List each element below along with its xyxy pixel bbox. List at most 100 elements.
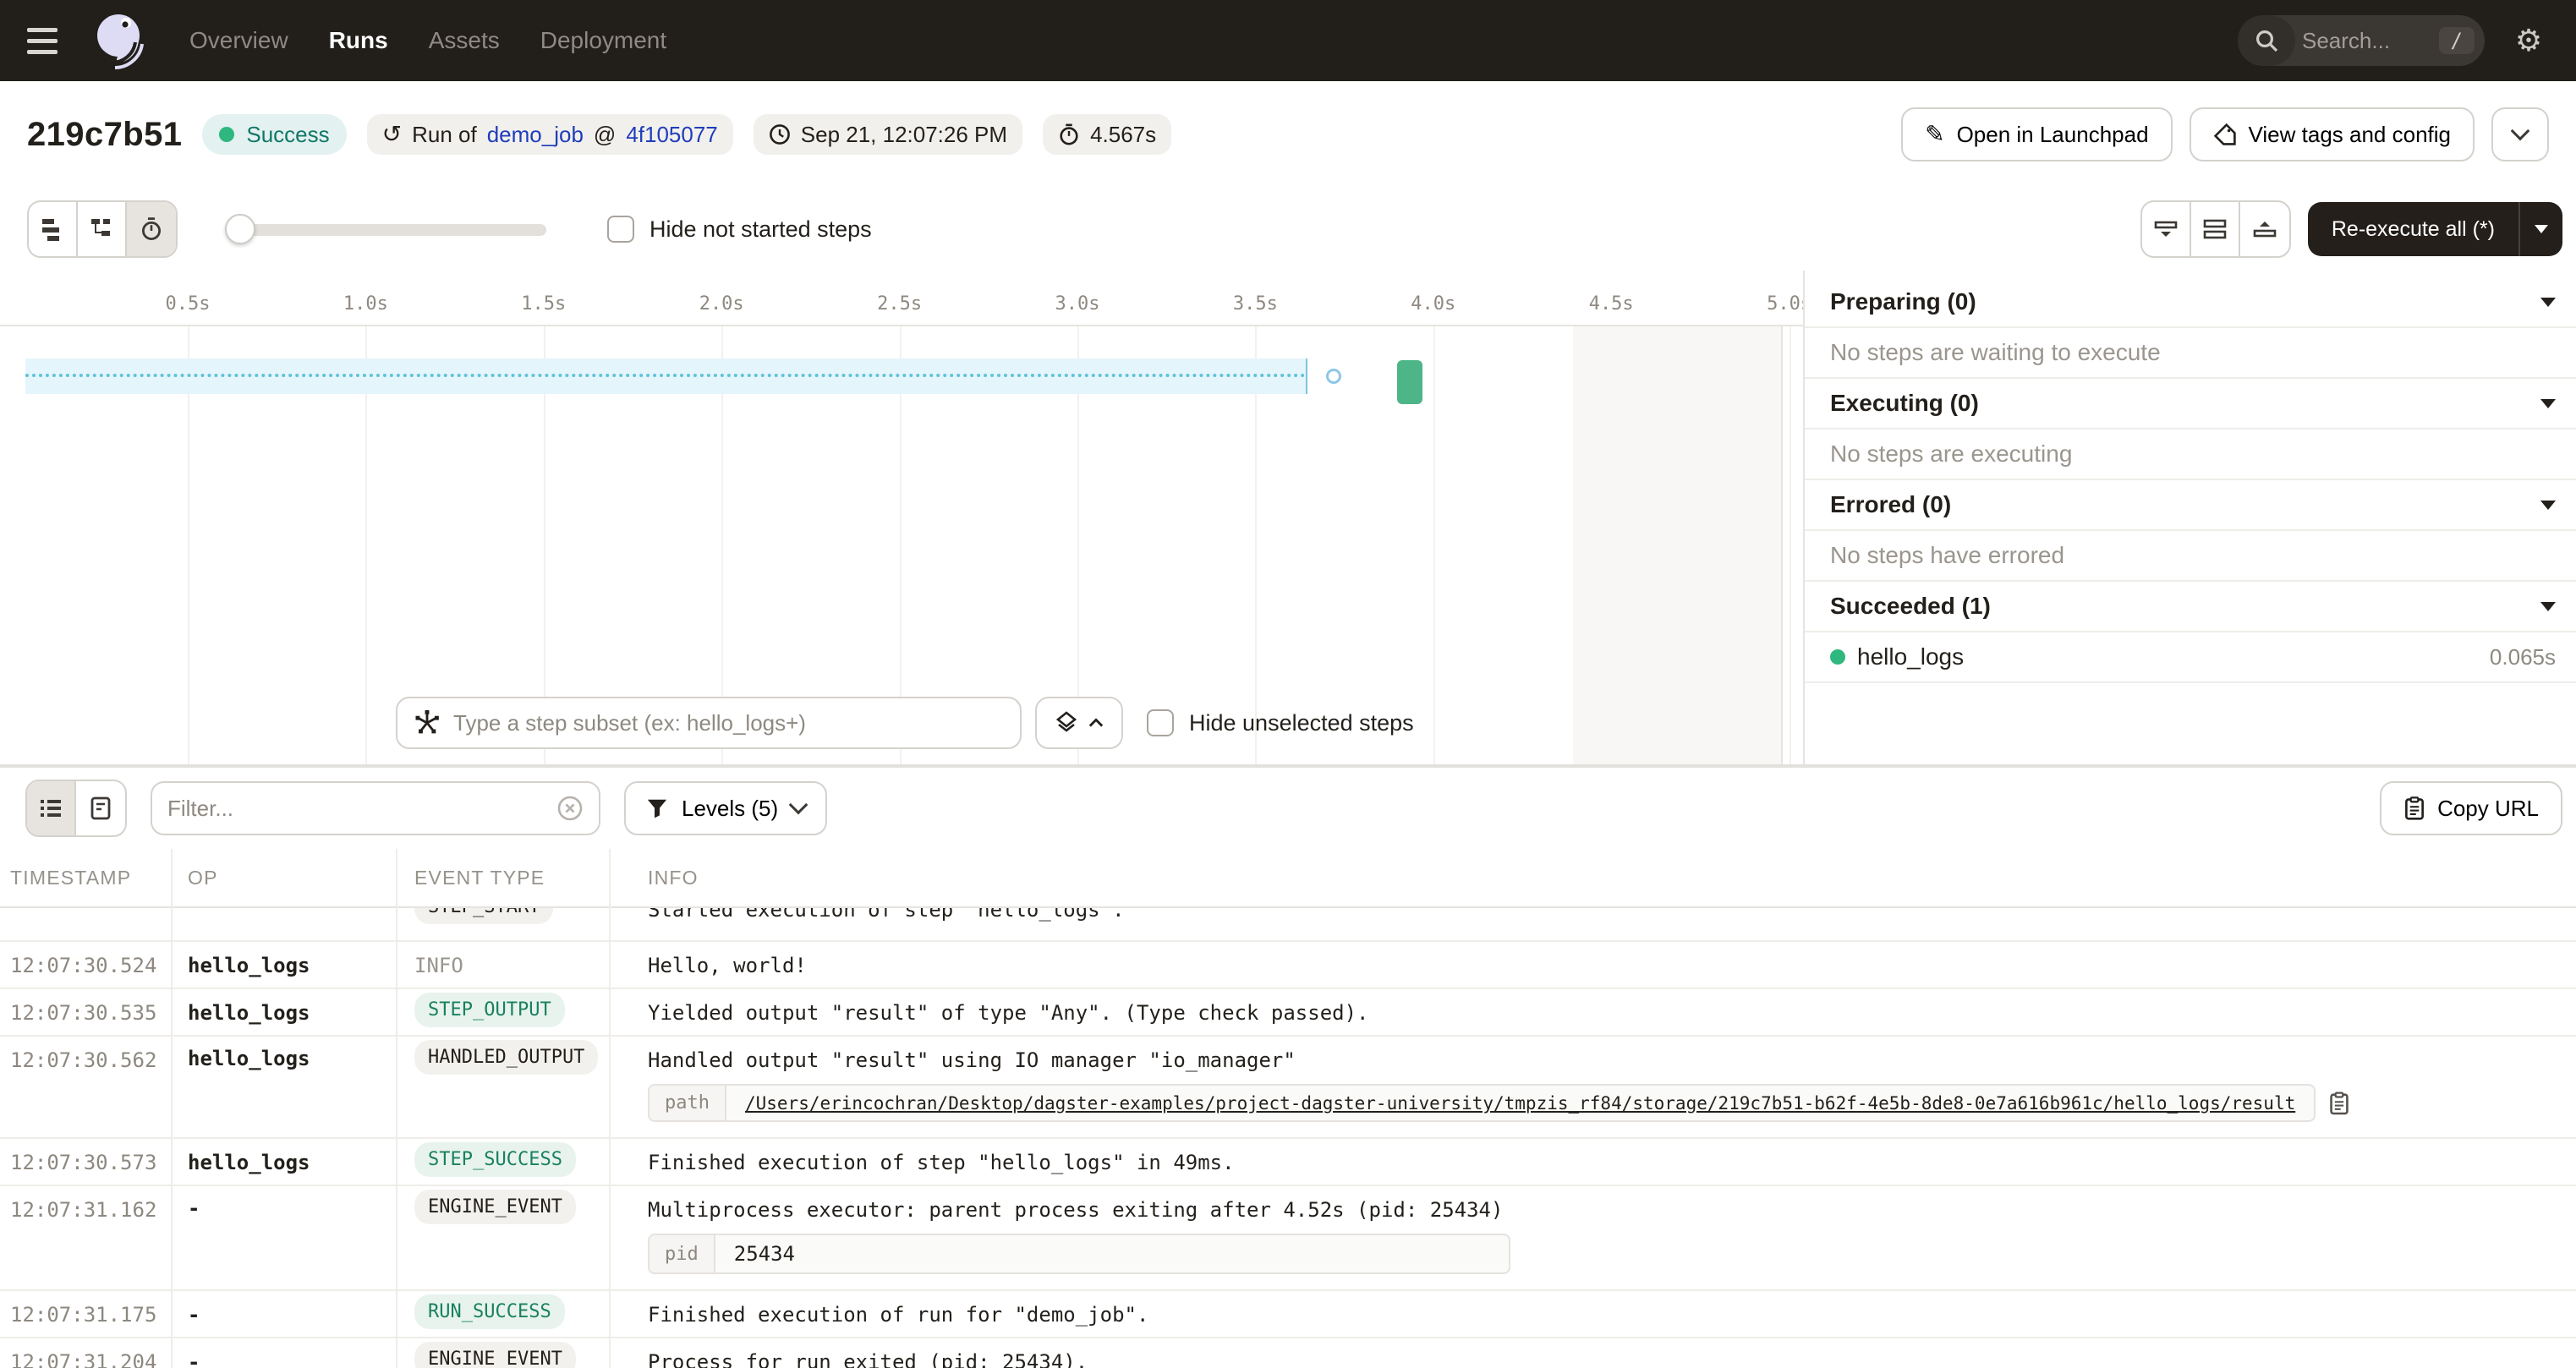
status-dot-icon <box>1830 649 1845 665</box>
panel-section-title: Preparing (0) <box>1830 288 1976 315</box>
log-event-type: STEP_SUCCESS <box>396 1139 609 1177</box>
panel-section-header[interactable]: Errored (0) <box>1805 480 2576 531</box>
step-status-panel: Preparing (0)No steps are waiting to exe… <box>1805 271 2576 764</box>
log-event-type: ENGINE_EVENT <box>396 1338 609 1368</box>
log-timestamp: 12:07:31.204 <box>0 1338 171 1368</box>
view-tags-config-button[interactable]: View tags and config <box>2190 107 2475 161</box>
panel-section-header[interactable]: Preparing (0) <box>1805 277 2576 328</box>
axis-tick-label: 3.0s <box>1055 293 1100 315</box>
log-message: Finished execution of run for "demo_job"… <box>648 1291 2576 1327</box>
copy-url-button[interactable]: Copy URL <box>2380 781 2562 835</box>
view-flat-icon[interactable] <box>29 202 78 256</box>
event-type-badge: ENGINE_EVENT <box>414 1190 576 1224</box>
metadata-label: path <box>649 1086 726 1120</box>
log-row[interactable]: 12:07:30.524hello_logsINFOHello, world! <box>0 942 2576 989</box>
event-type-badge: STEP_START <box>414 908 553 924</box>
job-link[interactable]: demo_job <box>487 122 584 148</box>
tag-icon <box>2213 123 2237 146</box>
log-row[interactable]: 12:07:31.204-ENGINE_EVENTProcess for run… <box>0 1338 2576 1368</box>
column-divider <box>396 849 397 1368</box>
collapse-down-icon[interactable] <box>2142 202 2191 256</box>
view-timing-icon[interactable] <box>127 202 176 256</box>
op-selector-icon <box>414 710 440 736</box>
nav-item-runs[interactable]: Runs <box>329 27 388 54</box>
dagster-logo-icon[interactable] <box>95 12 145 69</box>
log-row[interactable]: 12:07:31.162-ENGINE_EVENTMultiprocess ex… <box>0 1186 2576 1291</box>
search-input[interactable] <box>2295 28 2439 54</box>
nav-item-overview[interactable]: Overview <box>189 27 288 54</box>
hamburger-menu-icon[interactable] <box>27 19 71 63</box>
log-row[interactable]: 12:07:31.175-RUN_SUCCESSFinished executi… <box>0 1291 2576 1338</box>
slider-track[interactable] <box>225 224 546 236</box>
axis-tick-label: 4.5s <box>1589 293 1634 315</box>
collapse-up-icon[interactable] <box>2240 202 2289 256</box>
log-info-cell: Handled output "result" using IO manager… <box>609 1037 2576 1137</box>
log-op-name: - <box>171 1291 396 1327</box>
checkbox-box[interactable] <box>607 216 634 243</box>
gantt-chart: 0.5s1.0s1.5s2.0s2.5s3.0s3.5s4.0s4.5s5.0s <box>0 271 1805 764</box>
checkbox-box[interactable] <box>1147 709 1174 736</box>
log-message: Yielded output "result" of type "Any". (… <box>648 989 2576 1025</box>
log-info-cell: Finished execution of run for "demo_job"… <box>609 1291 2576 1327</box>
settings-gear-icon[interactable]: ⚙ <box>2508 20 2549 61</box>
log-filter-input[interactable] <box>167 796 556 822</box>
panel-step-row[interactable]: hello_logs0.065s <box>1805 632 2576 683</box>
run-span-band <box>25 358 1307 394</box>
step-marker-circle[interactable] <box>1326 369 1341 384</box>
view-waterfall-icon[interactable] <box>78 202 127 256</box>
chevron-down-icon[interactable] <box>2540 298 2556 307</box>
status-dot-icon <box>219 127 234 142</box>
run-header-more-button[interactable] <box>2491 107 2549 161</box>
graph-query-toggle-button[interactable] <box>1035 697 1123 749</box>
hide-unselected-checkbox[interactable]: Hide unselected steps <box>1147 709 1414 736</box>
panel-section-title: Executing (0) <box>1830 390 1979 417</box>
chevron-down-icon[interactable] <box>2540 399 2556 408</box>
log-filter-input-wrap <box>151 781 600 835</box>
copy-path-icon[interactable] <box>2329 1092 2349 1115</box>
slider-handle[interactable] <box>225 214 255 244</box>
nav-item-deployment[interactable]: Deployment <box>540 27 666 54</box>
axis-tick-label: 4.0s <box>1411 293 1455 315</box>
log-info-cell: Multiprocess executor: parent process ex… <box>609 1186 2576 1289</box>
log-row[interactable]: 12:07:30.535hello_logsSTEP_OUTPUTYielded… <box>0 989 2576 1037</box>
log-table-header: TIMESTAMPOPEVENT TYPEINFO <box>0 849 2576 908</box>
step-bar-hello-logs[interactable] <box>1397 360 1422 404</box>
chevron-down-icon[interactable] <box>2540 602 2556 611</box>
log-op-name: - <box>171 1338 396 1368</box>
hide-not-started-checkbox[interactable]: Hide not started steps <box>607 216 872 243</box>
log-metadata-line: pid25434 <box>648 1234 2576 1274</box>
panel-empty-text: No steps have errored <box>1830 542 2064 569</box>
step-subset-row: Hide unselected steps <box>396 697 1414 749</box>
log-row[interactable]: 12:07:30.562hello_logsHANDLED_OUTPUTHand… <box>0 1037 2576 1139</box>
log-row[interactable]: 12:07:30.573hello_logsSTEP_SUCCESSFinish… <box>0 1139 2576 1186</box>
panel-section-header[interactable]: Executing (0) <box>1805 379 2576 430</box>
open-in-launchpad-button[interactable]: ✎ Open in Launchpad <box>1901 107 2172 161</box>
log-rows: STEP_STARTStarted execution of step "hel… <box>0 908 2576 1368</box>
log-timestamp: 12:07:31.162 <box>0 1186 171 1222</box>
reexecute-all-button[interactable]: Re-execute all (*) <box>2308 202 2518 256</box>
metadata-label: pid <box>649 1235 715 1272</box>
hide-not-started-label: Hide not started steps <box>649 216 872 243</box>
column-divider <box>609 849 611 1368</box>
log-structured-view-icon[interactable] <box>76 781 125 835</box>
step-subset-input[interactable] <box>453 710 1003 736</box>
metadata-value: 25434 <box>715 1235 814 1272</box>
log-list-view-icon[interactable] <box>27 781 76 835</box>
global-search[interactable]: / <box>2238 15 2485 66</box>
gridline <box>1433 326 1435 764</box>
panel-section-header[interactable]: Succeeded (1) <box>1805 582 2576 632</box>
nav-item-assets[interactable]: Assets <box>429 27 500 54</box>
clear-filter-icon[interactable] <box>556 795 584 822</box>
levels-filter-button[interactable]: Levels (5) <box>624 781 827 835</box>
snapshot-link[interactable]: 4f105077 <box>626 122 717 148</box>
gantt-section: Hide not started steps Re-execute all (*… <box>0 188 2576 768</box>
reexecute-menu-button[interactable] <box>2518 202 2562 256</box>
split-view-icon[interactable] <box>2191 202 2240 256</box>
nav-items: Overview Runs Assets Deployment <box>189 27 666 54</box>
app-window: OverviewRunsAssetsDeployment / ⚙ 219c7b5… <box>0 0 2576 1368</box>
metadata-path-link[interactable]: /Users/erincochran/Desktop/dagster-examp… <box>726 1086 2314 1120</box>
chevron-down-icon[interactable] <box>2540 501 2556 510</box>
log-event-type: HANDLED_OUTPUT <box>396 1037 609 1075</box>
duration-tag: 4.567s <box>1043 114 1171 155</box>
log-row[interactable]: STEP_STARTStarted execution of step "hel… <box>0 908 2576 942</box>
